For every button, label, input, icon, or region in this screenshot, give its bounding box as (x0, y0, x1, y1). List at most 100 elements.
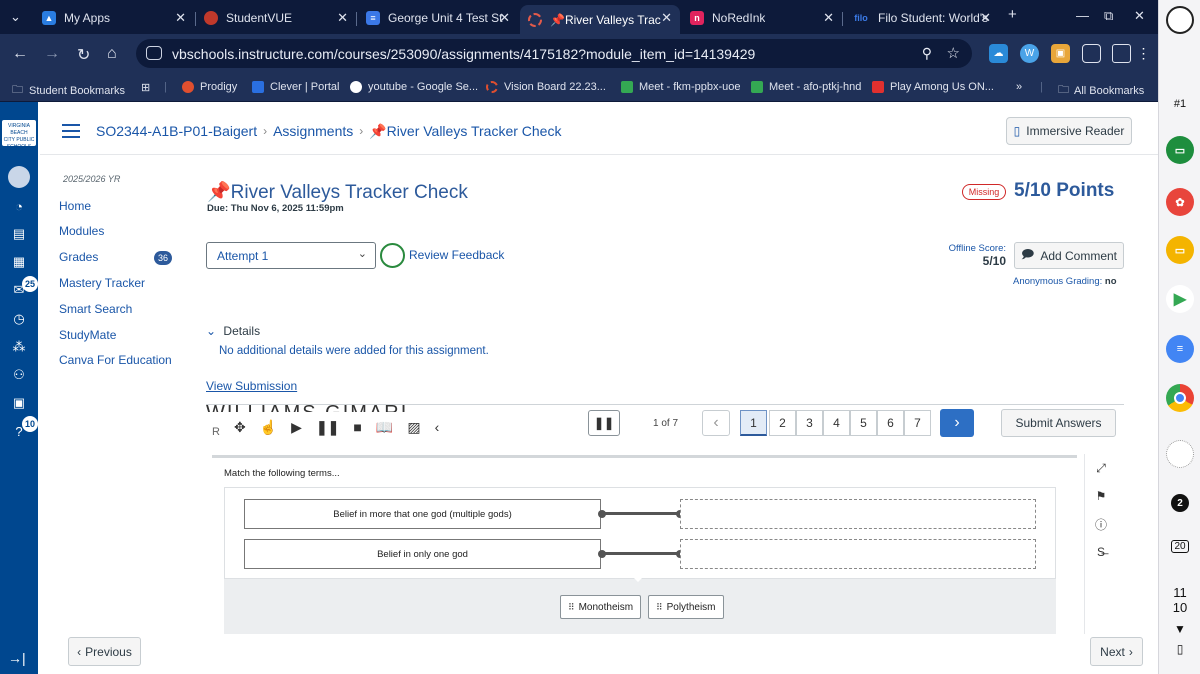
bookmark-among-us[interactable]: Play Among Us ON... (872, 81, 994, 93)
chrome-icon[interactable] (1166, 384, 1194, 412)
address-bar[interactable]: vbschools.instructure.com/courses/253090… (136, 39, 972, 68)
course-nav-home[interactable]: Home (59, 199, 91, 213)
notification-count[interactable]: 2 (1171, 494, 1189, 512)
book-reader-icon[interactable]: 📖 (376, 419, 393, 436)
back-arrow-icon[interactable]: ← (12, 45, 28, 63)
immersive-reader-button[interactable]: ▯ Immersive Reader (1006, 117, 1132, 145)
breadcrumb-current[interactable]: 📌River Valleys Tracker Check (369, 123, 561, 140)
details-toggle[interactable]: ⌄ Details (206, 324, 260, 338)
extensions-puzzle-icon[interactable] (1082, 44, 1101, 63)
menu-kebab-icon[interactable]: ⋮ (1134, 44, 1153, 63)
breadcrumb-assignments[interactable]: Assignments (273, 123, 353, 139)
close-icon[interactable]: ✕ (337, 10, 348, 26)
calendar-rail-icon[interactable]: ▦ (8, 251, 30, 273)
history-icon[interactable]: ◷ (8, 308, 30, 330)
chevron-left-icon[interactable]: ‹ (435, 419, 440, 435)
zoom-icon[interactable]: ⚲ (922, 45, 932, 62)
question-page-7[interactable]: 7 (904, 410, 931, 436)
forward-arrow-icon[interactable]: → (44, 45, 60, 63)
question-page-2[interactable]: 2 (769, 410, 796, 436)
submit-answers-button[interactable]: Submit Answers (1001, 409, 1116, 437)
account-avatar-icon[interactable] (8, 166, 30, 188)
site-info-icon[interactable] (146, 46, 162, 60)
drop-target-1[interactable] (680, 499, 1036, 529)
image-icon[interactable]: ▨ (407, 419, 420, 436)
tab-noredink[interactable]: n NoRedInk ✕ (682, 5, 842, 31)
course-nav-canva[interactable]: Canva For Education (59, 353, 172, 367)
wifi-icon[interactable]: ▼ (1159, 622, 1200, 636)
answer-chip-monotheism[interactable]: ⠿ Monotheism (560, 595, 642, 619)
attempt-select[interactable]: Attempt 1 ⌄ (206, 242, 376, 269)
pause-icon[interactable]: ❚❚ (316, 419, 339, 436)
reload-icon[interactable]: ↻ (77, 45, 90, 65)
classroom-icon[interactable]: ▭ (1166, 136, 1194, 164)
tab-filo-student[interactable]: filo Filo Student: World's ✕ (844, 5, 999, 31)
strikethrough-icon[interactable]: S̶ (1093, 544, 1109, 560)
collapse-nav-icon[interactable]: →| (8, 650, 26, 666)
stop-icon[interactable]: ■ (353, 419, 361, 435)
view-submission-link[interactable]: View Submission (206, 379, 297, 393)
groups-icon[interactable]: ⁂ (8, 336, 30, 358)
minimize-icon[interactable]: — (1076, 8, 1089, 23)
calendar-icon[interactable]: 20 (1159, 538, 1200, 553)
course-nav-grades[interactable]: Grades (59, 250, 98, 264)
studio-icon[interactable]: ▣ (8, 392, 30, 414)
close-icon[interactable]: ✕ (175, 10, 186, 26)
restore-icon[interactable]: ⧉ (1104, 8, 1113, 24)
close-icon[interactable]: ✕ (499, 10, 510, 26)
school-logo[interactable]: VIRGINIA BEACH CITY PUBLIC SCHOOLS (2, 120, 36, 150)
play-icon[interactable]: ▶ (291, 419, 302, 436)
bookmark-vision-board[interactable]: Vision Board 22.23... (486, 81, 606, 93)
question-page-4[interactable]: 4 (823, 410, 850, 436)
close-icon[interactable]: ✕ (980, 10, 991, 26)
apps-grid-icon[interactable]: ⊞ (141, 81, 150, 94)
bookmark-student-bookmarks[interactable]: 🗀 Student Bookmarks (12, 81, 125, 100)
question-page-3[interactable]: 3 (796, 410, 823, 436)
mark-for-review-icon[interactable]: ⚑ (1093, 488, 1109, 504)
people-icon[interactable]: ⚇ (8, 364, 30, 386)
course-nav-smart-search[interactable]: Smart Search (59, 302, 132, 316)
question-page-1[interactable]: 1 (740, 410, 767, 436)
question-page-5[interactable]: 5 (850, 410, 877, 436)
close-icon[interactable]: ✕ (661, 10, 672, 26)
drop-target-2[interactable] (680, 539, 1036, 569)
previous-question-button[interactable]: ‹ (702, 410, 730, 436)
dashboard-icon[interactable]: ◔ (8, 195, 30, 217)
battery-icon[interactable]: ▯ (1159, 642, 1200, 656)
bookmark-all-bookmarks[interactable]: 🗀 All Bookmarks (1058, 81, 1144, 100)
bookmark-meet-1[interactable]: Meet - fkm-ppbx-uoe (621, 81, 740, 93)
extension-shop-icon[interactable]: ▣ (1051, 44, 1070, 63)
close-icon[interactable]: ✕ (823, 10, 834, 26)
tab-my-apps[interactable]: ▲ My Apps ✕ (34, 5, 194, 31)
answer-chip-polytheism[interactable]: ⠿ Polytheism (648, 595, 724, 619)
question-page-6[interactable]: 6 (877, 410, 904, 436)
blank-app-icon[interactable] (1166, 440, 1194, 468)
hand-pointer-icon[interactable]: ☝ (260, 419, 277, 436)
more-bookmarks-button[interactable]: » (1016, 81, 1022, 93)
window-close-icon[interactable]: ✕ (1134, 8, 1145, 24)
clock-hour[interactable]: 11 (1159, 585, 1200, 600)
new-tab-button[interactable]: + (1008, 6, 1017, 23)
bookmark-clever[interactable]: Clever | Portal (252, 81, 340, 93)
play-store-icon[interactable]: ▶ (1166, 285, 1194, 313)
docs-icon[interactable]: ≡ (1166, 335, 1194, 363)
tab-studentvue[interactable]: StudentVUE ✕ (196, 5, 356, 31)
hamburger-menu-icon[interactable] (62, 124, 80, 138)
clock-minute[interactable]: 10 (1159, 600, 1200, 615)
bookmark-star-icon[interactable]: ☆ (947, 44, 960, 62)
expand-icon[interactable]: ⤢ (1093, 460, 1109, 476)
course-nav-mastery-tracker[interactable]: Mastery Tracker (59, 276, 145, 290)
breadcrumb-course[interactable]: SO2344-A1B-P01-Baigert (96, 123, 257, 139)
next-button[interactable]: Next › (1090, 637, 1143, 666)
tab-search-icon[interactable]: ⌄ (10, 9, 21, 25)
accessibility-icon[interactable]: ⓘ (1093, 516, 1109, 532)
tab-river-valleys[interactable]: 📌River Valleys Trac ✕ (520, 5, 680, 34)
profile-icon[interactable] (1112, 44, 1131, 63)
launcher-icon[interactable] (1166, 6, 1194, 34)
next-question-button[interactable]: › (940, 409, 974, 437)
bookmark-meet-2[interactable]: Meet - afo-ptkj-hnd (751, 81, 861, 93)
art-icon[interactable]: ✿ (1166, 188, 1194, 216)
pause-test-button[interactable]: ❚❚ (588, 410, 620, 436)
tab-george-unit-4-test[interactable]: ≡ George Unit 4 Test St ✕ (358, 5, 518, 31)
review-feedback-link[interactable]: Review Feedback (409, 248, 504, 262)
